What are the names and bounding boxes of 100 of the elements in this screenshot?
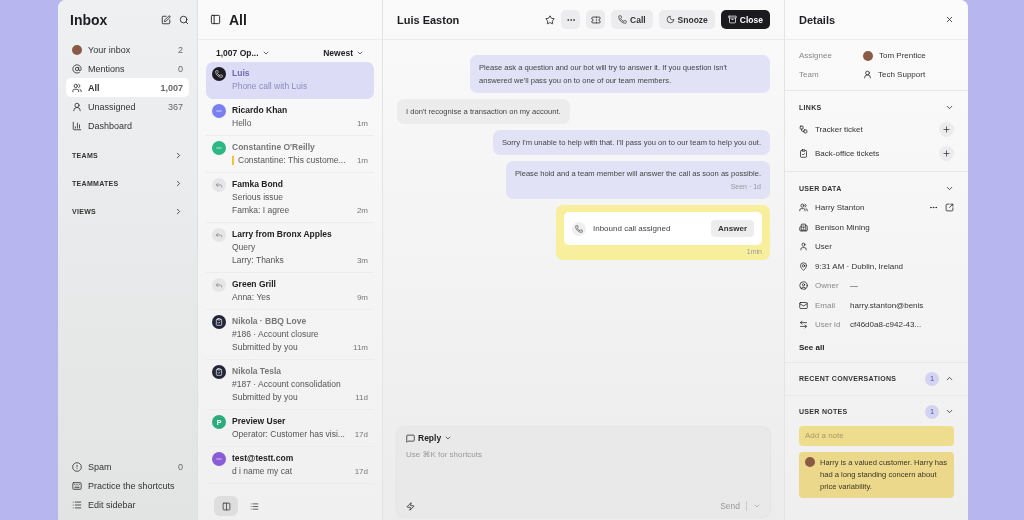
more-button[interactable] [561,10,580,29]
add-button[interactable] [939,121,954,137]
reply-mode-dropdown[interactable]: Reply [406,433,761,443]
mail-icon [799,300,808,310]
answer-button[interactable]: Answer [711,220,754,237]
conversation-item[interactable]: Ricardo Khan Hello 1m [206,99,374,136]
time-label: 11d [355,393,368,402]
clipboard-icon [799,148,808,158]
reply-composer[interactable]: Reply Use ⌘K for shortcuts Send [397,427,770,517]
contact-name: test@testt.com [232,452,295,465]
nav-item[interactable]: Your inbox 2 [66,40,189,59]
conversation-item[interactable]: Famka Bond Serious issue Famka: I agree 2m [206,173,374,223]
close-icon[interactable] [945,15,954,24]
chevron-down-icon[interactable] [945,407,954,416]
contact-name: Nikola · BBQ Love [232,315,308,328]
nav-item[interactable]: Spam 0 [66,457,189,476]
external-link-icon [945,203,954,213]
person-icon [72,101,82,112]
field-value: User [815,242,833,252]
contact-name: Larry from Bronx Apples [232,228,333,241]
nav-item[interactable]: Dashboard [66,116,189,135]
at-sign-icon [72,63,82,74]
message-preview: Anna: Yes [232,291,272,304]
time-label: 17d [354,430,368,439]
inbox-title: Inbox [70,12,109,28]
action-button[interactable]: Snooze [658,10,715,29]
user-circle-icon [799,281,808,291]
compose-icon [161,15,171,25]
nav-item[interactable]: Practice the shortcuts [66,476,189,495]
reply-input[interactable]: Use ⌘K for shortcuts [406,450,761,459]
field-label: User id [815,320,842,330]
conversation-item[interactable]: Nikola Tesla #187 · Account consolidation Submitted by you 11d [206,360,374,410]
conversation-item[interactable]: Luis Phone call with Luis [206,62,374,99]
conversation-item[interactable]: Green Grill Anna: Yes 9m [206,273,374,310]
message-preview: Submitted by you [232,341,299,354]
link-label: Tracker ticket [815,124,864,134]
chevron-right-icon[interactable] [174,179,183,188]
field-value: Harry Stanton [815,203,866,213]
person-icon [799,242,808,252]
contact-name: Luis [232,67,251,80]
field-value: Benison Mining [815,222,871,232]
list-title: All [229,11,248,28]
ticket-icon [590,14,601,25]
time-label: 2m [356,206,368,215]
field-label: Assignee [799,51,833,60]
message-preview: #187 · Account consolidation [232,378,342,391]
message-preview: d i name my cat [232,465,293,478]
time-label: 3m [356,256,368,265]
conversation-item[interactable]: Larry from Bronx Apples Query Larry: Thanks 3m [206,223,374,273]
chevron-down-icon [261,49,270,57]
bar-chart-icon [72,120,82,131]
nav-item[interactable]: Unassigned 367 [66,97,189,116]
field-value: cf46d0a8-c942-43... [850,320,923,330]
chevron-right-icon[interactable] [174,207,183,216]
action-button[interactable]: Call [611,10,653,29]
time-label: 9m [356,293,368,302]
call-text: Inbound call assigned [593,224,672,233]
nav-item[interactable]: Mentions 0 [66,59,189,78]
status-filter[interactable]: 1,007 Op... [216,48,270,58]
alert-icon [72,461,82,472]
message-icon [406,433,415,443]
field-value: Tech Support [878,70,926,79]
ticket-button[interactable] [586,10,605,29]
chevron-up-icon[interactable] [945,374,954,383]
chevron-right-icon[interactable] [174,151,183,160]
conversation-item[interactable]: Nikola · BBQ Love #186 · Account closure Submitted by you 11m [206,310,374,360]
message-preview: Famka: I agree [232,204,291,217]
tree-icon [799,124,808,134]
star-icon[interactable] [545,14,555,25]
lightning-icon [406,501,415,511]
conversation-item[interactable]: test@testt.com d i name my cat 17d [206,447,374,484]
split-view-button[interactable] [214,496,238,516]
contact-name: Nikola Tesla [232,365,282,378]
plus-icon [942,124,951,134]
see-all-link[interactable]: See all [799,342,954,352]
building-icon [799,222,808,232]
nav-item[interactable]: Edit sidebar [66,495,189,514]
message-preview: Larry: Thanks [232,254,285,267]
keyboard-icon [72,480,82,491]
add-button[interactable] [939,145,954,161]
time-label: 1m [356,119,368,128]
message-preview: Submitted by you [232,391,299,404]
message-preview: Query [232,241,257,254]
panel-icon [210,14,221,25]
phone-icon [618,15,627,24]
message-preview: Phone call with Luis [232,80,309,93]
message-preview: #186 · Account closure [232,328,320,341]
chevron-down-icon [753,502,761,510]
contact-name: Constantine O'Reilly [232,141,316,154]
contact-name: Famka Bond [232,178,284,191]
message-preview: Serious issue [232,191,285,204]
list-icon [249,501,259,511]
conversation-item[interactable]: Constantine O'Reilly Constantine: This custome... 1m [206,136,374,173]
field-value: — [850,281,859,291]
close-button[interactable]: Close [720,10,770,29]
sort-dropdown[interactable]: Newest [323,48,364,58]
avatar-icon [863,50,873,61]
nav-item[interactable]: All 1,007 [66,78,189,97]
avatar-icon [72,44,82,55]
details-title: Details [799,13,837,26]
